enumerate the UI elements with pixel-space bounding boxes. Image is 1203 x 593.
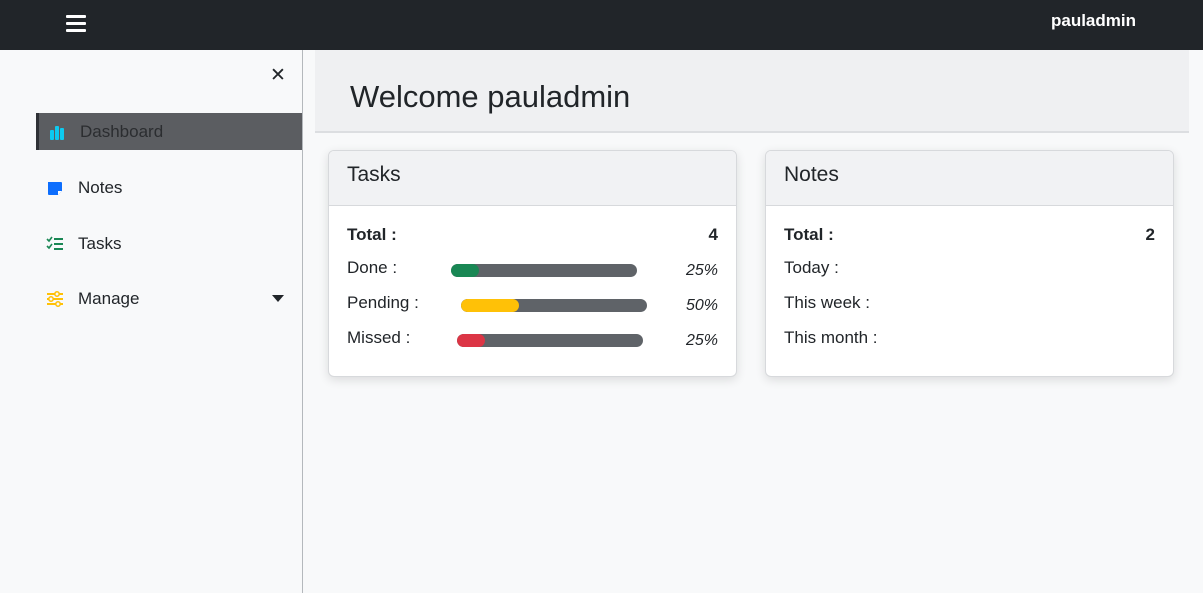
today-label: Today : [784, 258, 839, 277]
sidebar-item-label: Notes [78, 177, 123, 197]
hamburger-icon[interactable] [66, 14, 86, 32]
chevron-down-icon[interactable] [272, 295, 284, 302]
done-percent: 25% [685, 262, 718, 279]
pending-progress-bar [461, 299, 647, 312]
pending-percent: 50% [685, 297, 718, 314]
close-icon[interactable]: ✕ [270, 66, 286, 86]
sidebar-item-dashboard[interactable]: Dashboard [36, 113, 302, 150]
card-header: Tasks [329, 151, 736, 206]
tasks-card: Tasks Total : 4 Done : 25% Pending : 50%… [328, 150, 737, 377]
sticky-note-icon [46, 179, 64, 197]
sidebar-item-notes[interactable]: Notes [36, 169, 302, 206]
notes-card: Notes Total : 2 Today : This week : This… [765, 150, 1174, 377]
total-label: Total : [784, 225, 834, 244]
page-title: Welcome pauladmin [350, 79, 631, 114]
bar-chart-icon [48, 123, 66, 141]
done-label: Done : [347, 258, 398, 277]
card-title: Tasks [347, 163, 401, 186]
missed-percent: 25% [685, 332, 718, 349]
sidebar-item-label: Dashboard [80, 121, 164, 141]
sliders-icon [46, 290, 64, 308]
tasks-missed-row: Missed : 25% [347, 328, 718, 350]
missed-label: Missed : [347, 328, 411, 347]
user-menu[interactable]: pauladmin [1051, 11, 1136, 31]
tasks-total-row: Total : 4 [347, 225, 718, 247]
main-content: Welcome pauladmin Tasks Total : 4 Done :… [303, 50, 1203, 593]
card-header: Notes [766, 151, 1173, 206]
this-month-label: This month : [784, 328, 878, 347]
done-progress-bar [451, 264, 637, 277]
total-value: 2 [1145, 225, 1155, 244]
sidebar-item-label: Tasks [78, 233, 122, 253]
this-week-label: This week : [784, 293, 870, 312]
top-navbar: pauladmin [0, 0, 1203, 50]
total-label: Total : [347, 225, 397, 244]
tasks-done-row: Done : 25% [347, 258, 718, 280]
tasks-pending-row: Pending : 50% [347, 293, 718, 315]
pending-label: Pending : [347, 293, 419, 312]
notes-week-row: This week : [784, 293, 1155, 315]
card-title: Notes [784, 163, 839, 186]
missed-progress-bar [457, 334, 643, 347]
welcome-header: Welcome pauladmin [315, 50, 1189, 133]
sidebar-item-label: Manage [78, 288, 140, 308]
notes-today-row: Today : [784, 258, 1155, 280]
notes-total-row: Total : 2 [784, 225, 1155, 247]
missed-progress-fill [457, 334, 485, 347]
notes-month-row: This month : [784, 328, 1155, 350]
pending-progress-fill [461, 299, 519, 312]
sidebar: ✕ Dashboard Notes Tasks Manage [0, 50, 303, 593]
sidebar-item-manage[interactable]: Manage [36, 280, 302, 317]
done-progress-fill [451, 264, 479, 277]
sidebar-item-tasks[interactable]: Tasks [36, 225, 302, 262]
checklist-icon [46, 235, 64, 253]
total-value: 4 [708, 225, 718, 244]
